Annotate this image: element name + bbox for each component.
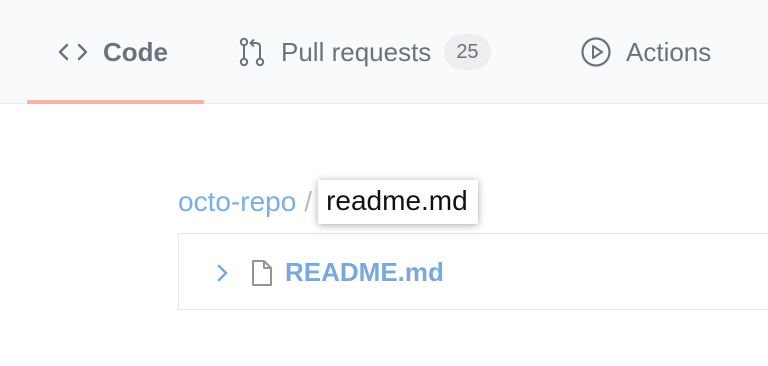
code-icon	[57, 40, 89, 64]
breadcrumb-separator: /	[304, 186, 313, 217]
breadcrumb: octo-repo / readme.md	[178, 180, 478, 224]
tab-actions-label: Actions	[626, 36, 712, 67]
tab-pull-requests[interactable]: Pull requests 25	[237, 0, 491, 104]
file-name-link[interactable]: README.md	[285, 257, 444, 288]
git-pull-request-icon	[237, 36, 267, 68]
chevron-right-icon[interactable]	[213, 261, 233, 285]
pull-requests-counter: 25	[444, 34, 491, 70]
repo-tab-bar: Code Pull requests 25 Actions	[0, 0, 768, 104]
selected-tab-indicator	[27, 100, 204, 104]
page: Code Pull requests 25 Actions octo-repo …	[0, 0, 768, 366]
file-tree: README.md	[178, 233, 768, 310]
file-tree-item[interactable]: README.md	[213, 234, 444, 311]
tab-actions[interactable]: Actions	[580, 0, 711, 104]
file-icon	[251, 259, 273, 287]
tab-pull-requests-label: Pull requests	[281, 36, 432, 67]
tab-code-label: Code	[103, 36, 168, 67]
filename-input[interactable]: readme.md	[318, 180, 478, 224]
tab-code[interactable]: Code	[57, 0, 168, 104]
breadcrumb-repo-link[interactable]: octo-repo	[178, 186, 296, 218]
play-circle-icon	[580, 36, 612, 68]
